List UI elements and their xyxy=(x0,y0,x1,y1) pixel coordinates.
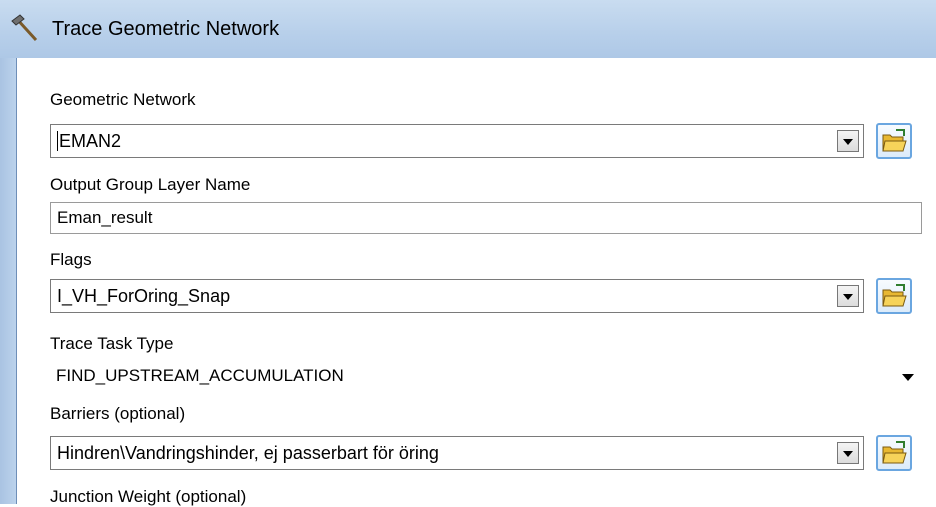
chevron-down-icon[interactable] xyxy=(902,374,914,381)
text-cursor xyxy=(57,131,58,151)
geometric-network-combo[interactable]: EMAN2 xyxy=(50,124,864,158)
geometric-network-value: EMAN2 xyxy=(59,131,122,151)
flags-browse-button[interactable] xyxy=(876,278,912,314)
trace-task-type-value: FIND_UPSTREAM_ACCUMULATION xyxy=(56,366,344,385)
barriers-combo[interactable]: Hindren\Vandringshinder, ej passerbart f… xyxy=(50,436,864,470)
chevron-down-icon[interactable] xyxy=(837,442,859,464)
title-bar: Trace Geometric Network xyxy=(0,0,936,58)
open-folder-icon xyxy=(882,284,907,307)
barriers-label: Barriers (optional) xyxy=(50,404,186,423)
flags-combo[interactable]: I_VH_ForOring_Snap xyxy=(50,279,864,313)
open-folder-icon xyxy=(882,441,907,464)
output-group-layer-label: Output Group Layer Name xyxy=(50,175,251,194)
flags-label: Flags xyxy=(50,250,92,269)
chevron-down-icon[interactable] xyxy=(837,285,859,307)
chevron-down-icon[interactable] xyxy=(837,130,859,152)
window-title: Trace Geometric Network xyxy=(52,18,280,40)
barriers-browse-button[interactable] xyxy=(876,435,912,471)
geometric-network-browse-button[interactable] xyxy=(876,123,912,159)
open-folder-icon xyxy=(882,129,907,152)
barriers-value: Hindren\Vandringshinder, ej passerbart f… xyxy=(57,443,439,463)
hammer-icon xyxy=(11,14,38,42)
junction-weight-label: Junction Weight (optional) xyxy=(50,487,247,506)
trace-task-type-select[interactable]: FIND_UPSTREAM_ACCUMULATION xyxy=(50,361,922,393)
window-frame xyxy=(0,58,17,504)
output-group-layer-input[interactable]: Eman_result xyxy=(50,202,922,234)
flags-value: I_VH_ForOring_Snap xyxy=(57,286,231,306)
trace-task-type-label: Trace Task Type xyxy=(50,334,174,353)
output-group-layer-value: Eman_result xyxy=(57,208,153,227)
geometric-network-label: Geometric Network xyxy=(50,90,196,109)
